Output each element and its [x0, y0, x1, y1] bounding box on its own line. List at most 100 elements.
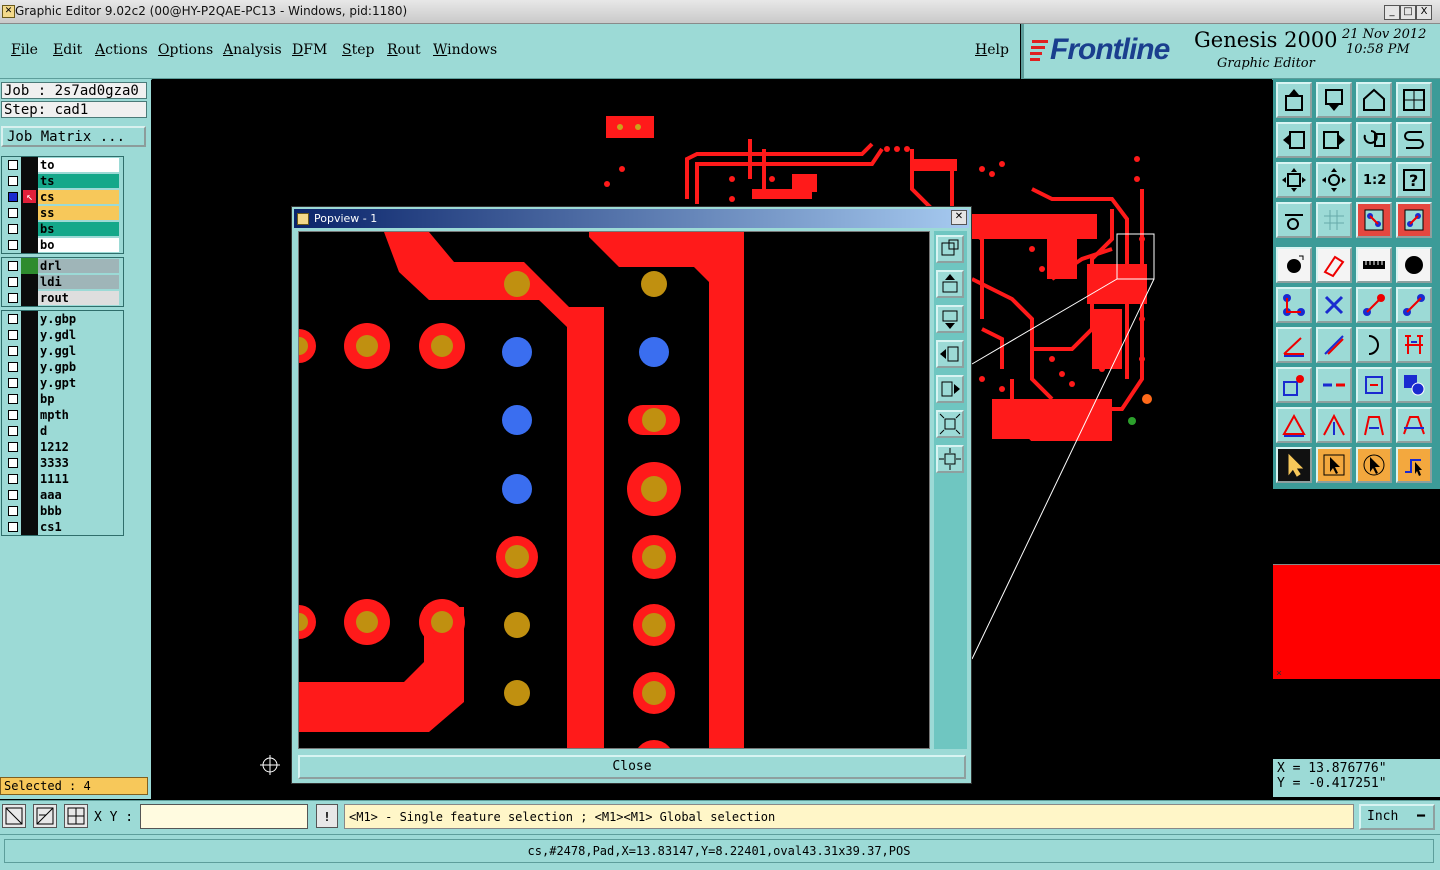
layer-affected-toggle[interactable]	[21, 471, 38, 487]
popview-canvas[interactable]	[298, 231, 930, 749]
home-view-button[interactable]	[1276, 82, 1312, 118]
resize-button[interactable]	[1356, 367, 1392, 403]
route-button[interactable]	[1356, 287, 1392, 323]
layer-affected-toggle[interactable]	[21, 375, 38, 391]
layer-affected-toggle[interactable]	[21, 290, 38, 306]
layer-checkbox[interactable]	[8, 330, 18, 340]
popview-close-x-button[interactable]: ✕	[951, 210, 967, 225]
line-button[interactable]	[1316, 247, 1352, 283]
popview-zoom-out-button[interactable]	[936, 445, 964, 473]
layer-checkbox[interactable]	[8, 224, 18, 234]
arc-button[interactable]	[1356, 327, 1392, 363]
maximize-button[interactable]: □	[1400, 5, 1416, 20]
popview-title-bar[interactable]: Popview - 1	[294, 209, 969, 228]
layer-row-ts[interactable]: ts	[2, 173, 123, 189]
layer-affected-toggle[interactable]	[21, 343, 38, 359]
menu-analysis[interactable]: Analysis	[223, 42, 282, 58]
layer-row-cs1[interactable]: cs1	[2, 519, 123, 535]
layer-checkbox[interactable]	[8, 490, 18, 500]
layer-row-y.gpt[interactable]: y.gpt	[2, 375, 123, 391]
arch-button[interactable]	[1356, 407, 1392, 443]
layer-affected-toggle[interactable]	[21, 487, 38, 503]
layer-checkbox[interactable]	[8, 458, 18, 468]
layer-affected-toggle[interactable]	[21, 423, 38, 439]
surface-button[interactable]	[1396, 247, 1432, 283]
zoom-fit-button[interactable]	[1276, 162, 1312, 198]
message-alert-icon[interactable]: !	[316, 804, 338, 828]
menu-windows[interactable]: Windows	[433, 42, 497, 58]
menu-file[interactable]: File	[11, 42, 38, 58]
zoom-xy-button[interactable]	[1396, 82, 1432, 118]
peak-button[interactable]	[1316, 407, 1352, 443]
layer-row-bp[interactable]: bp	[2, 391, 123, 407]
split-button[interactable]	[1316, 367, 1352, 403]
layer-affected-toggle[interactable]	[21, 311, 38, 327]
layer-row-bo[interactable]: bo	[2, 237, 123, 253]
layer-checkbox[interactable]	[8, 261, 18, 271]
connect-button[interactable]	[1276, 287, 1312, 323]
move-button[interactable]	[1276, 367, 1312, 403]
layer-row-y.gpb[interactable]: y.gpb	[2, 359, 123, 375]
layer-checkbox[interactable]	[8, 208, 18, 218]
pan-left-button[interactable]	[1276, 122, 1312, 158]
layer-checkbox[interactable]	[8, 160, 18, 170]
layer-checkbox[interactable]	[8, 474, 18, 484]
ruler-button[interactable]	[1356, 247, 1392, 283]
layer-checkbox[interactable]	[8, 192, 18, 202]
layer-row-bs[interactable]: bs	[2, 221, 123, 237]
layer-row-bbb[interactable]: bbb	[2, 503, 123, 519]
center-snap-button[interactable]	[64, 804, 88, 828]
job-matrix-button[interactable]: Job Matrix ...	[1, 126, 146, 147]
menu-step[interactable]: Step	[342, 42, 374, 58]
layer-checkbox[interactable]	[8, 277, 18, 287]
layer-checkbox[interactable]	[8, 522, 18, 532]
route-alt-button[interactable]	[1396, 287, 1432, 323]
layer-row-1111[interactable]: 1111	[2, 471, 123, 487]
help-button[interactable]: ?	[1396, 162, 1432, 198]
layer-checkbox[interactable]	[8, 362, 18, 372]
layer-row-y.gdl[interactable]: y.gdl	[2, 327, 123, 343]
select-net-button[interactable]	[1396, 447, 1432, 483]
layer-row-ldi[interactable]: ldi	[2, 274, 123, 290]
layer-checkbox[interactable]	[8, 176, 18, 186]
xy-input[interactable]	[140, 804, 308, 829]
close-window-button[interactable]: X	[1416, 5, 1432, 20]
zoom-center-button[interactable]	[1316, 162, 1352, 198]
ratio-button[interactable]: 1:2	[1356, 162, 1392, 198]
layer-row-d[interactable]: d	[2, 423, 123, 439]
zoom-home-button[interactable]	[1356, 82, 1392, 118]
layer-checkbox[interactable]	[8, 378, 18, 388]
pan-right-button[interactable]	[1316, 122, 1352, 158]
popview-close-button[interactable]: Close	[298, 755, 966, 779]
layer-checkbox[interactable]	[8, 506, 18, 516]
redraw-button[interactable]	[1356, 122, 1392, 158]
grid-snap-button[interactable]	[33, 804, 57, 828]
angle-button[interactable]	[1276, 327, 1312, 363]
layer-checkbox[interactable]	[8, 426, 18, 436]
measure-button[interactable]	[1276, 202, 1312, 238]
netlist-button[interactable]	[1356, 202, 1392, 238]
layer-row-mpth[interactable]: mpth	[2, 407, 123, 423]
delete-button[interactable]	[1316, 287, 1352, 323]
pad-button[interactable]	[1276, 247, 1312, 283]
popview-pan-up-button[interactable]	[936, 270, 964, 298]
layer-affected-toggle[interactable]	[21, 237, 38, 253]
layer-checkbox[interactable]	[8, 346, 18, 356]
menu-edit[interactable]: Edit	[53, 42, 82, 58]
menu-help[interactable]: Help	[975, 42, 1009, 58]
layer-affected-toggle[interactable]	[21, 391, 38, 407]
layer-affected-toggle[interactable]	[21, 359, 38, 375]
layer-row-drl[interactable]: drl	[2, 258, 123, 274]
menu-dfm[interactable]: DFM	[292, 42, 327, 58]
layer-checkbox[interactable]	[8, 442, 18, 452]
layer-affected-toggle[interactable]	[21, 258, 38, 274]
layer-affected-toggle[interactable]	[21, 205, 38, 221]
layer-row-3333[interactable]: 3333	[2, 455, 123, 471]
layer-affected-toggle[interactable]	[21, 503, 38, 519]
layer-affected-toggle[interactable]	[21, 519, 38, 535]
layer-row-cs[interactable]: ↖ cs	[2, 189, 123, 205]
snap-mode-button[interactable]	[2, 804, 26, 828]
layer-row-y.gbp[interactable]: y.gbp	[2, 311, 123, 327]
layer-affected-toggle[interactable]	[21, 157, 38, 173]
netlist-alt-button[interactable]	[1396, 202, 1432, 238]
